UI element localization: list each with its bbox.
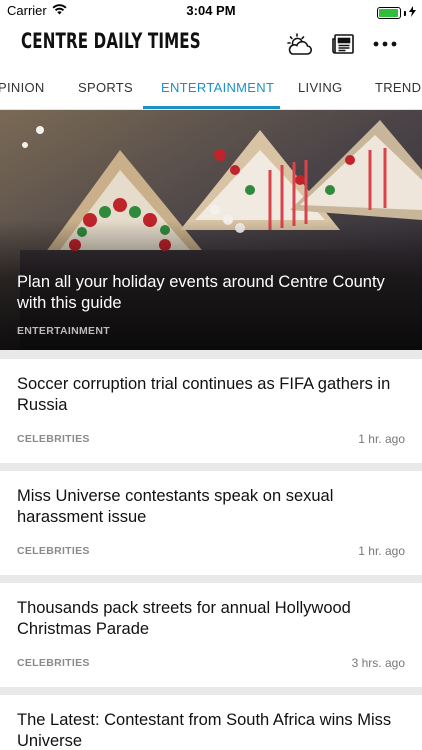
status-time: 3:04 PM — [186, 3, 236, 18]
featured-story-headline[interactable]: Plan all your holiday events around Cent… — [17, 272, 408, 314]
section-tabs: PINION SPORTS ENTERTAINMENT LIVING TREND… — [0, 66, 422, 110]
more-icon[interactable] — [371, 30, 399, 58]
story-card[interactable]: The Latest: Contestant from South Africa… — [0, 695, 422, 750]
story-title[interactable]: The Latest: Contestant from South Africa… — [17, 710, 406, 750]
story-title[interactable]: Thousands pack streets for annual Hollyw… — [17, 598, 406, 640]
story-card[interactable]: Miss Universe contestants speak on sexua… — [0, 471, 422, 575]
featured-story-section: ENTERTAINMENT — [17, 325, 110, 337]
story-timestamp: 1 hr. ago — [358, 544, 405, 558]
story-title[interactable]: Miss Universe contestants speak on sexua… — [17, 486, 406, 528]
battery-icon — [377, 7, 401, 19]
app-header: CENTRE DAILY TIMES — [0, 22, 422, 66]
story-timestamp: 1 hr. ago — [358, 432, 405, 446]
story-card[interactable]: Soccer corruption trial continues as FIF… — [0, 359, 422, 463]
story-title[interactable]: Soccer corruption trial continues as FIF… — [17, 374, 406, 416]
tab-sports[interactable]: SPORTS — [78, 80, 133, 95]
story-timestamp: 3 hrs. ago — [351, 656, 405, 670]
newspaper-icon[interactable] — [329, 30, 357, 58]
weather-icon[interactable] — [286, 30, 314, 58]
app-logo[interactable]: CENTRE DAILY TIMES — [21, 29, 201, 53]
battery-cap — [404, 10, 406, 16]
tab-living[interactable]: LIVING — [298, 80, 342, 95]
status-bar: Carrier 3:04 PM — [0, 0, 422, 22]
status-right — [377, 4, 416, 22]
story-category: CELEBRITIES — [17, 545, 90, 557]
story-category: CELEBRITIES — [17, 433, 90, 445]
charging-icon — [409, 4, 416, 22]
tab-entertainment[interactable]: ENTERTAINMENT — [161, 80, 274, 95]
featured-story[interactable]: Plan all your holiday events around Cent… — [0, 110, 422, 350]
battery-level-fill — [379, 9, 398, 17]
story-category: CELEBRITIES — [17, 657, 90, 669]
tab-opinion[interactable]: PINION — [0, 80, 45, 95]
story-card[interactable]: Thousands pack streets for annual Hollyw… — [0, 583, 422, 687]
tab-trending[interactable]: TRENDIN — [375, 80, 422, 95]
